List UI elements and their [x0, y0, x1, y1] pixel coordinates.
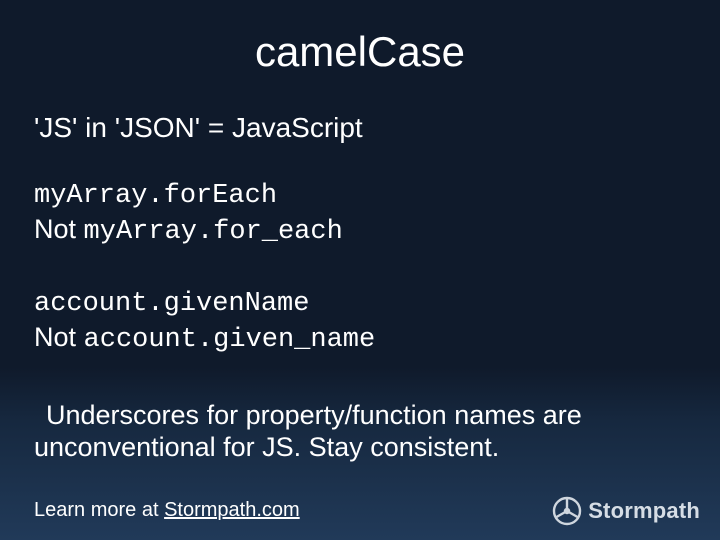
paragraph-line-1: Underscores for property/function names … — [34, 400, 680, 432]
example-2-good: account.givenName — [34, 288, 375, 321]
learn-more-prefix: Learn more at — [34, 499, 164, 521]
guidance-paragraph: Underscores for property/function names … — [34, 400, 680, 464]
learn-more-link[interactable]: Stormpath.com — [164, 499, 300, 521]
example-1-bad-line: Not myArray.for_each — [34, 213, 343, 249]
slide-title: camelCase — [0, 28, 720, 76]
example-block-1: myArray.forEach Not myArray.for_each — [34, 180, 343, 249]
example-1-bad: myArray.for_each — [84, 217, 343, 247]
stormpath-logo-icon — [552, 496, 582, 526]
example-2-bad-line: Not account.given_name — [34, 321, 375, 357]
example-block-2: account.givenName Not account.given_name — [34, 288, 375, 357]
example-1-good: myArray.forEach — [34, 180, 343, 213]
example-2-bad: account.given_name — [84, 325, 376, 355]
learn-more: Learn more at Stormpath.com — [34, 499, 300, 522]
not-label: Not — [34, 322, 76, 352]
brand-name: Stormpath — [588, 498, 700, 524]
not-label: Not — [34, 214, 76, 244]
subheading: 'JS' in 'JSON' = JavaScript — [34, 112, 363, 144]
brand-badge: Stormpath — [552, 496, 700, 526]
paragraph-line-2: unconventional for JS. Stay consistent. — [34, 432, 680, 464]
